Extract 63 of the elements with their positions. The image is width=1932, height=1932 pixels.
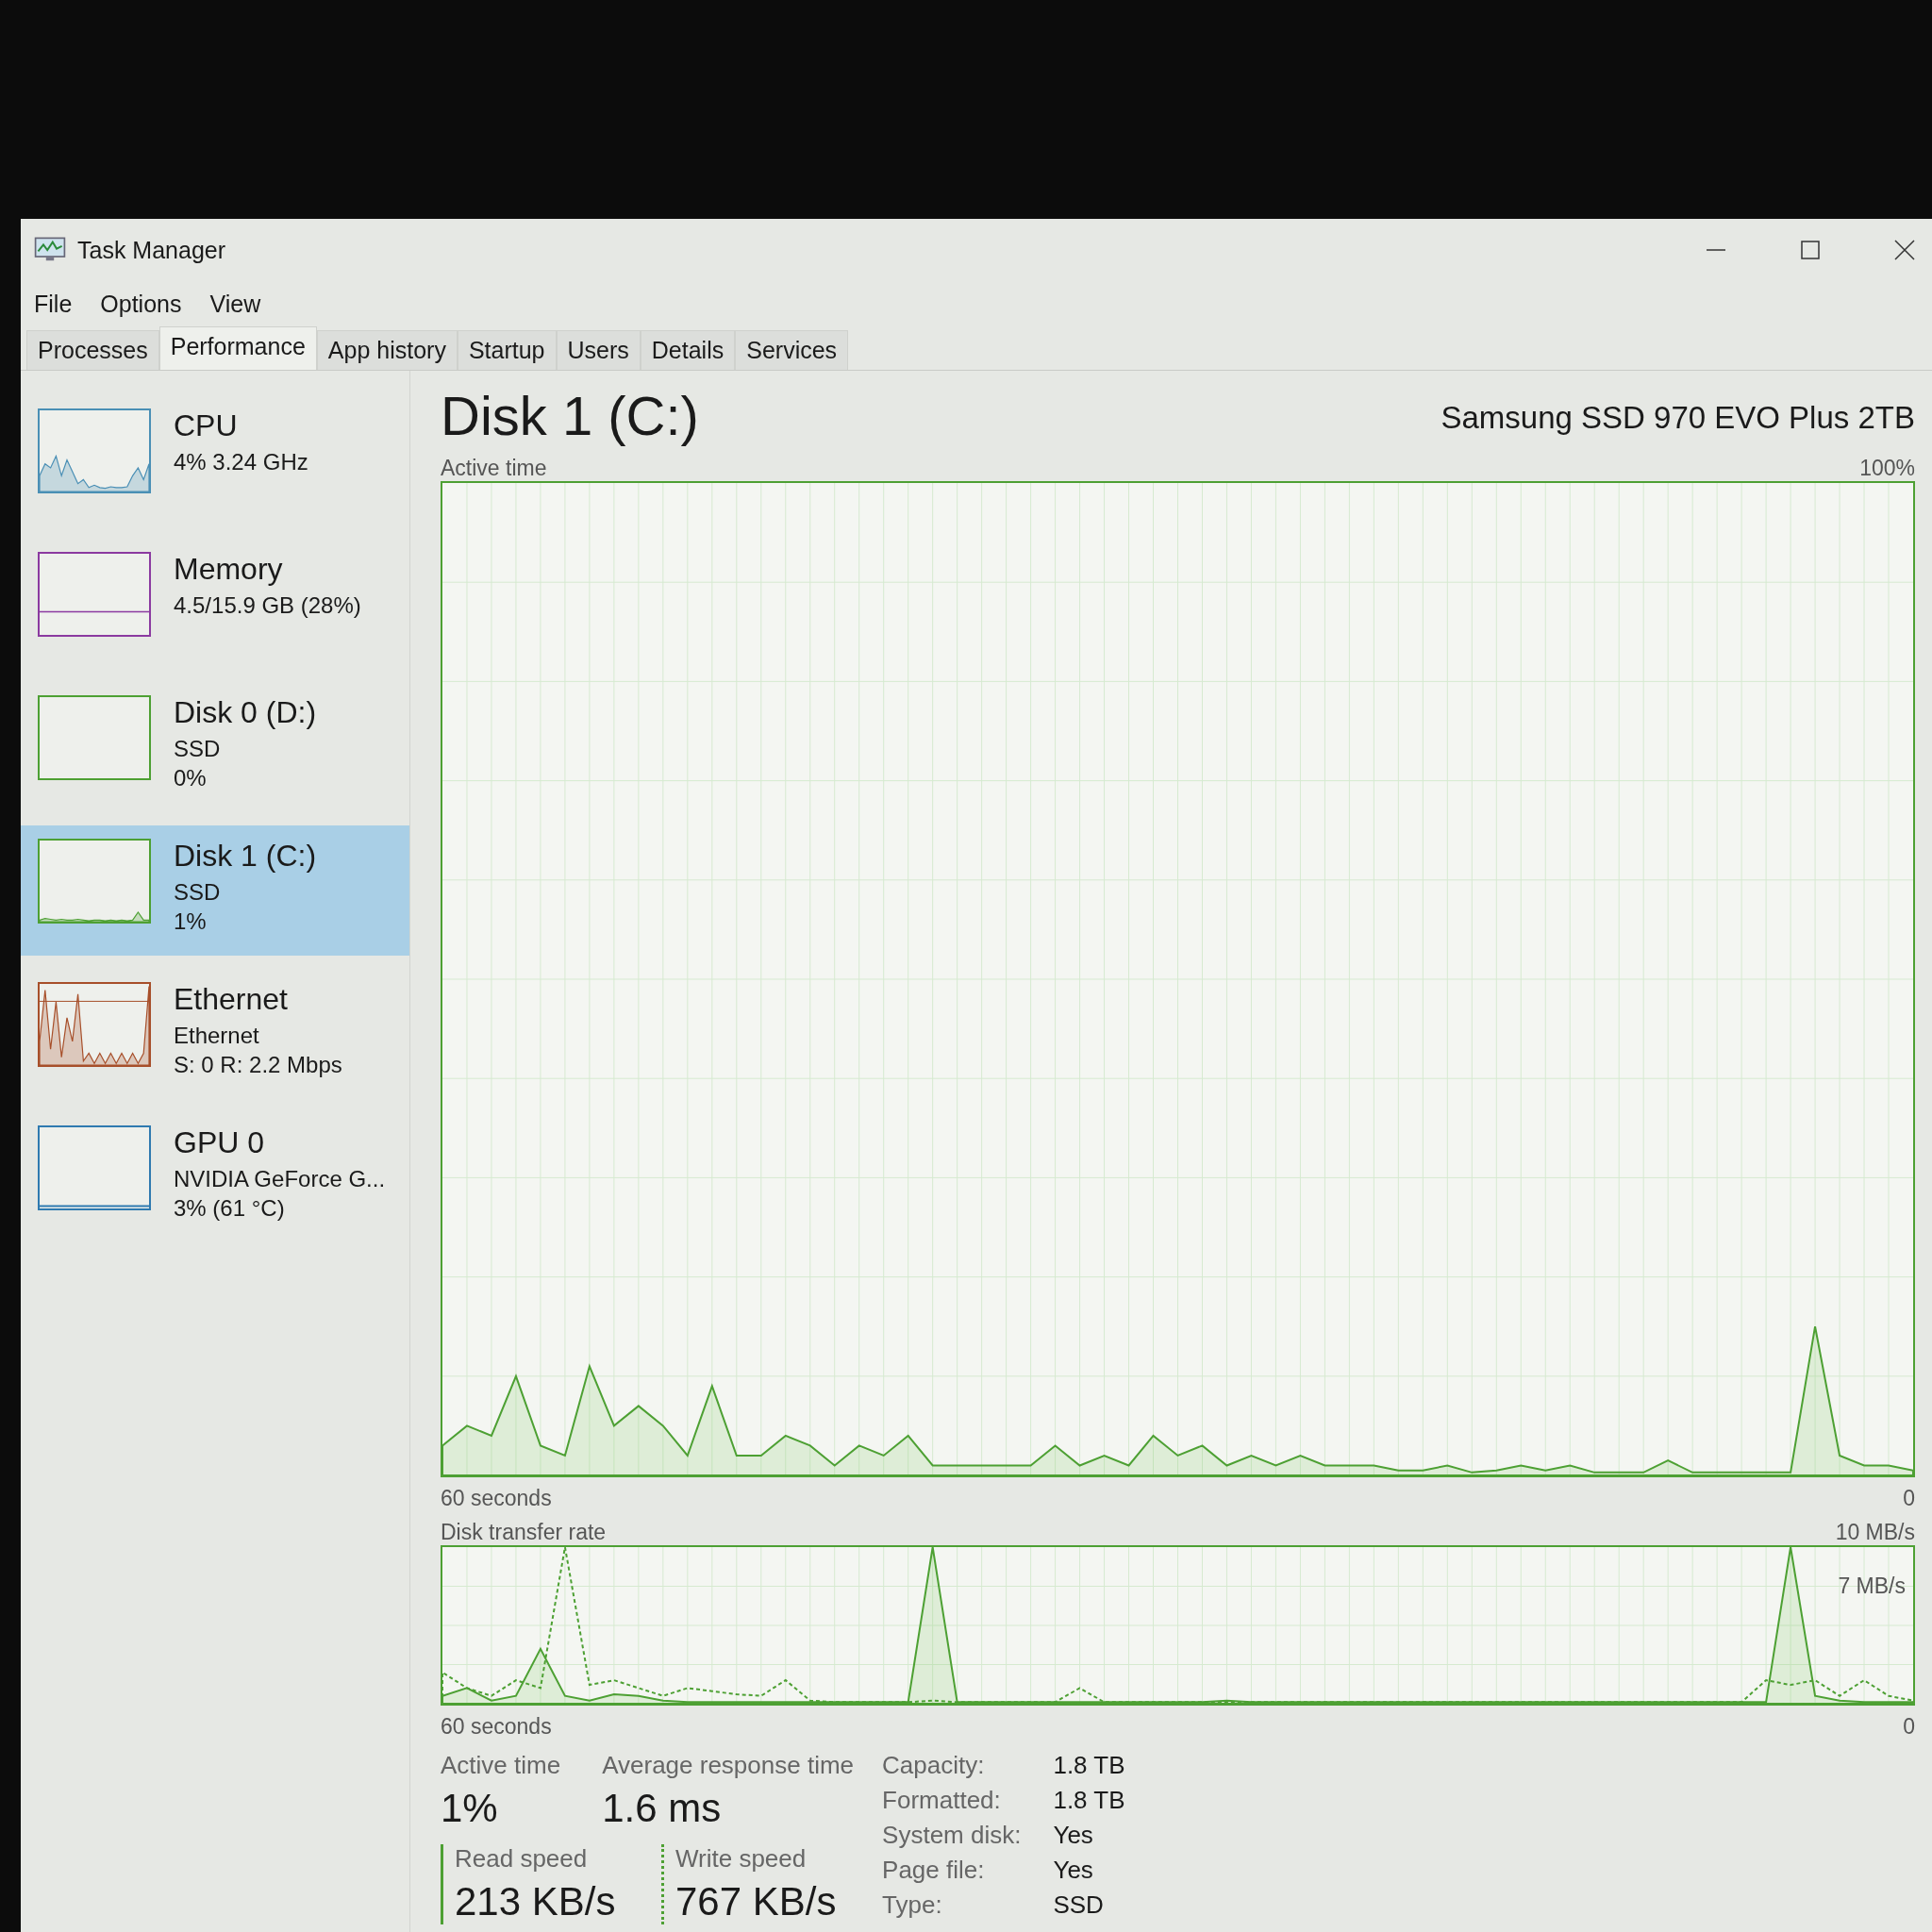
menu-item[interactable]: View xyxy=(209,290,261,318)
item-detail: 3% (61 °C) xyxy=(174,1194,286,1223)
menu-item[interactable]: File xyxy=(34,290,73,318)
property-label: Type: xyxy=(882,1890,943,1920)
tab[interactable]: Startup xyxy=(457,330,557,370)
property-value: 1.8 TB xyxy=(1053,1751,1125,1780)
graph-label: Disk transfer rate xyxy=(441,1520,607,1545)
sidebar-item[interactable]: GPU 0 NVIDIA GeForce G... 3% (61 °C) xyxy=(21,1112,409,1242)
tab[interactable]: Services xyxy=(735,330,849,370)
disk-model: Samsung SSD 970 EVO Plus 2TB xyxy=(1441,400,1915,437)
item-detail: Ethernet xyxy=(174,1022,260,1050)
item-detail: 0% xyxy=(174,764,208,792)
tab[interactable]: App history xyxy=(316,330,458,370)
item-name: Disk 1 (C:) xyxy=(174,839,317,874)
stat-value: 1.6 ms xyxy=(602,1786,723,1831)
item-detail: SSD xyxy=(174,878,222,907)
disk-title: Disk 1 (C:) xyxy=(441,384,699,447)
axis-min-label: 0 xyxy=(1903,1714,1915,1740)
sidebar-item[interactable]: Ethernet Ethernet S: 0 R: 2.2 Mbps xyxy=(21,969,409,1099)
sidebar-item[interactable]: Disk 0 (D:) SSD 0% xyxy=(21,682,409,812)
axis-max-label: 10 MB/s xyxy=(1835,1520,1915,1545)
tab[interactable]: Processes xyxy=(26,330,159,370)
window-title: Task Manager xyxy=(77,236,226,264)
tab[interactable]: Users xyxy=(556,330,641,370)
tab[interactable]: Details xyxy=(640,330,736,370)
item-detail: 4% 3.24 GHz xyxy=(174,448,308,476)
sidebar-item[interactable]: Disk 1 (C:) SSD 1% xyxy=(21,825,409,956)
property-label: Formatted: xyxy=(882,1786,1002,1815)
sidebar-item[interactable]: Memory 4.5/15.9 GB (28%) xyxy=(21,539,409,669)
item-name: Memory xyxy=(174,552,284,587)
stat-label: Write speed xyxy=(675,1844,808,1874)
property-label: Page file: xyxy=(882,1856,986,1885)
task-manager-icon xyxy=(34,237,66,263)
item-name: CPU xyxy=(174,408,239,443)
axis-max-label: 100% xyxy=(1859,456,1915,481)
tab[interactable]: Performance xyxy=(158,326,317,370)
stat-value: 1% xyxy=(441,1786,499,1831)
axis-min-label: 0 xyxy=(1903,1486,1915,1511)
time-span-label: 60 seconds xyxy=(441,1714,552,1740)
property-value: 1.8 TB xyxy=(1053,1786,1125,1815)
stat-value: 213 KB/s xyxy=(455,1879,616,1924)
item-name: Disk 0 (D:) xyxy=(174,695,317,730)
axis-mid-label: 7 MB/s xyxy=(1838,1574,1906,1599)
property-label: System disk: xyxy=(882,1821,1022,1850)
item-name: GPU 0 xyxy=(174,1125,266,1160)
menu-item[interactable]: Options xyxy=(100,290,182,318)
sidebar-item[interactable]: CPU 4% 3.24 GHz xyxy=(21,395,409,525)
stat-value: 767 KB/s xyxy=(675,1879,837,1924)
item-detail: S: 0 R: 2.2 Mbps xyxy=(174,1051,342,1079)
item-name: Ethernet xyxy=(174,982,289,1017)
item-detail: SSD xyxy=(174,735,222,763)
item-detail: 1% xyxy=(174,908,208,936)
property-value: SSD xyxy=(1053,1890,1105,1920)
time-span-label: 60 seconds xyxy=(441,1486,552,1511)
graph-label: Active time xyxy=(441,456,547,481)
stat-label: Read speed xyxy=(455,1844,589,1874)
item-detail: 4.5/15.9 GB (28%) xyxy=(174,591,361,620)
item-detail: NVIDIA GeForce G... xyxy=(174,1165,386,1193)
property-value: Yes xyxy=(1053,1821,1094,1850)
property-value: Yes xyxy=(1053,1856,1094,1885)
stat-label: Average response time xyxy=(602,1751,855,1780)
stat-label: Active time xyxy=(441,1751,561,1780)
property-label: Capacity: xyxy=(882,1751,986,1780)
